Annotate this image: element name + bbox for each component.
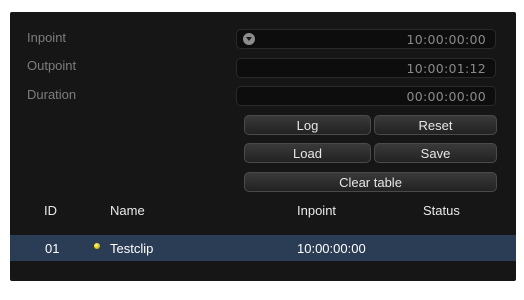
outpoint-label: Outpoint (27, 58, 77, 73)
load-button[interactable]: Load (244, 143, 371, 163)
column-header-inpoint[interactable]: Inpoint (297, 203, 336, 218)
duration-field[interactable]: 00:00:00:00 (236, 86, 496, 106)
outpoint-field[interactable]: 10:00:01:12 (236, 58, 496, 78)
column-header-name[interactable]: Name (110, 203, 145, 218)
inpoint-field[interactable]: 10:00:00:00 (236, 29, 496, 49)
yellow-dot-icon (94, 243, 100, 249)
column-header-id[interactable]: ID (44, 203, 57, 218)
outpoint-value: 10:00:01:12 (406, 61, 486, 76)
row-id: 01 (45, 241, 60, 256)
column-header-status[interactable]: Status (423, 203, 460, 218)
reset-button[interactable]: Reset (374, 115, 497, 135)
clear-table-button[interactable]: Clear table (244, 172, 497, 192)
inpoint-value: 10:00:00:00 (406, 32, 486, 47)
inpoint-label: Inpoint (27, 30, 67, 45)
row-inpoint: 10:00:00:00 (297, 241, 366, 256)
duration-label: Duration (27, 87, 77, 102)
save-button[interactable]: Save (374, 143, 497, 163)
duration-value: 00:00:00:00 (406, 89, 486, 104)
row-name: Testclip (110, 241, 154, 256)
chevron-down-circle-icon[interactable] (243, 33, 255, 45)
log-button[interactable]: Log (244, 115, 371, 135)
table-row[interactable]: 01 Testclip 10:00:00:00 (10, 235, 516, 261)
